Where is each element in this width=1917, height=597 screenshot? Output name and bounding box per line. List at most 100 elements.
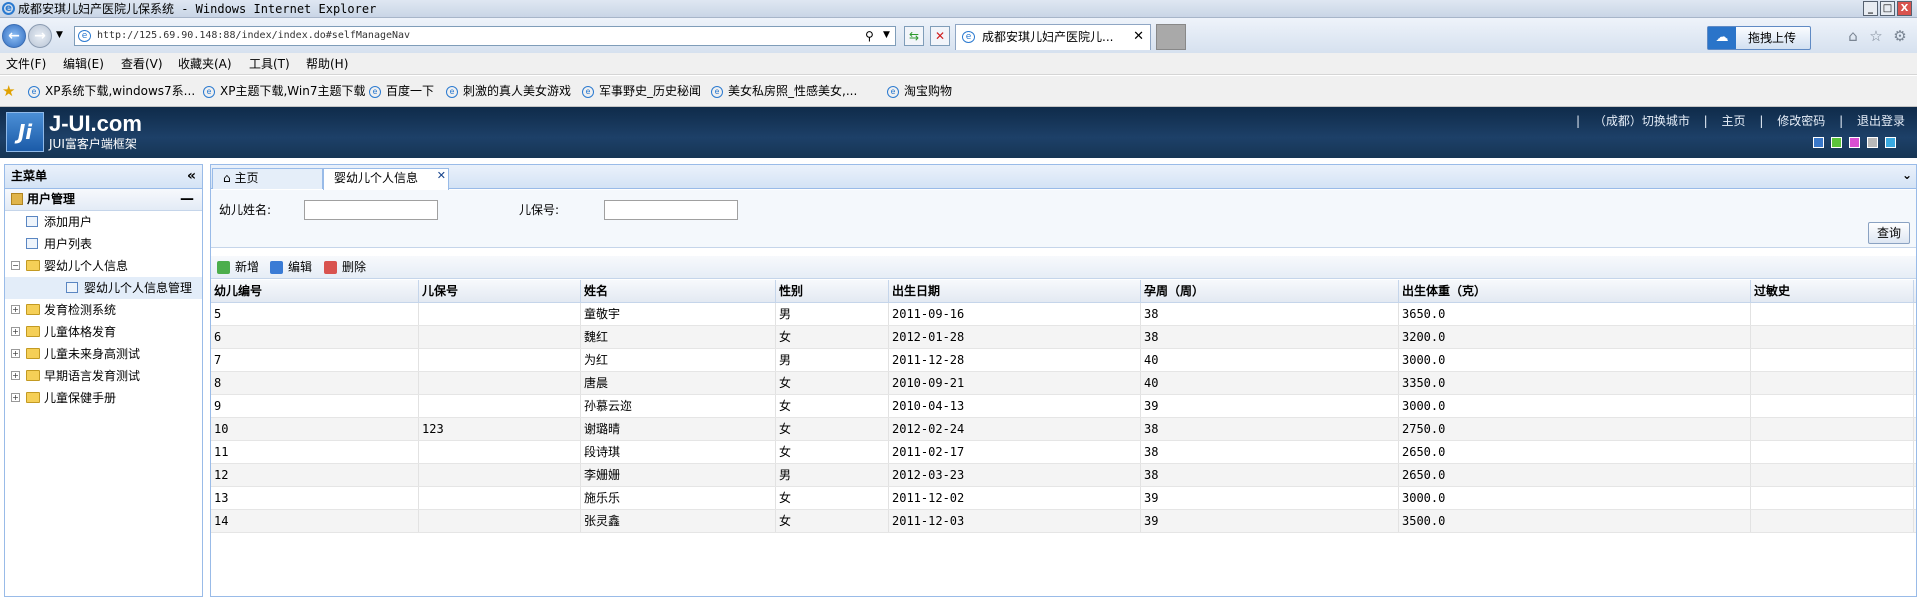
table-row[interactable]: 12 李姗姗男 2012-03-23 38 2650.0 [211,464,1916,487]
address-search-icon[interactable]: ⚲ [865,29,874,43]
table-row[interactable]: 13 施乐乐女 2011-12-02 39 3000.0 [211,487,1916,510]
tree-expand-icon[interactable]: + [11,305,20,314]
refresh-icon[interactable]: ⇆ [904,26,924,46]
table-row[interactable]: 10 123 谢璐晴女 2012-02-24 38 2750.0 [211,418,1916,441]
table-row[interactable]: 14 张灵鑫女 2011-12-03 39 3500.0 [211,510,1916,533]
favorites-star-icon[interactable]: ☆ [1867,27,1885,45]
table-cell [1751,418,1914,440]
sidebar-tree-item[interactable]: + 儿童体格发育 [5,321,202,343]
tree-expand-icon[interactable]: + [11,349,20,358]
table-row[interactable]: 7 为红男 2011-12-28 40 3000.0 [211,349,1916,372]
tab-close-icon[interactable]: ✕ [1133,25,1144,49]
favorite-link[interactable]: e 军事野史_历史秘闻 [582,76,701,107]
tab-bar: ⌂ 主页 婴幼儿个人信息 ✕ ⌄ [211,165,1916,190]
tab-close-icon[interactable]: ✕ [437,166,446,185]
favorite-link[interactable]: e 美女私房照_性感美女,... [711,76,857,107]
favorite-link[interactable]: e XP系统下载,windows7系... [28,76,195,107]
table-cell: 39 [1141,487,1399,509]
upload-button[interactable]: ☁ 拖拽上传 [1707,26,1811,50]
minimize-button[interactable]: _ [1863,1,1878,16]
sidebar-tree-item[interactable]: 用户列表 [5,233,202,255]
table-row[interactable]: 8 唐晨女 2010-09-21 40 3350.0 [211,372,1916,395]
table-row[interactable]: 6 魏红女 2012-01-28 38 3200.0 [211,326,1916,349]
address-bar[interactable]: e http://125.69.90.148:88/index/index.do… [74,26,896,46]
table-cell [1751,510,1914,532]
infant-name-input[interactable] [304,200,438,220]
tree-item-label: 早期语言发育测试 [44,369,141,383]
favorite-link[interactable]: e 百度一下 [369,76,434,107]
theme-swatch[interactable] [1885,137,1896,148]
tree-expand-icon[interactable]: + [11,393,20,402]
home-icon[interactable]: ⌂ [1844,27,1862,45]
tree-expand-icon[interactable]: + [11,371,20,380]
main-panel: ⌂ 主页 婴幼儿个人信息 ✕ ⌄ 幼儿姓名: 儿保号: 查询 新增 编辑 删除 … [210,164,1917,597]
chevron-down-icon[interactable]: ⌄ [1902,168,1912,182]
home-link[interactable]: 主页 [1722,114,1746,128]
tab-infant-info[interactable]: 婴幼儿个人信息 ✕ [323,168,449,190]
logout-link[interactable]: 退出登录 [1857,114,1905,128]
maximize-button[interactable]: □ [1880,1,1895,16]
table-cell: 38 [1141,418,1399,440]
favorite-link[interactable]: e XP主题下载,Win7主题下载 [203,76,365,107]
menu-favorites[interactable]: 收藏夹(A) [178,53,232,75]
back-arrow-icon[interactable]: ← [2,24,26,48]
menu-tools[interactable]: 工具(T) [249,53,290,75]
delete-button[interactable]: 删除 [324,256,366,279]
close-window-button[interactable]: X [1897,1,1912,16]
column-header[interactable]: 性别 [776,280,889,302]
table-row[interactable]: 11 段诗琪女 2011-02-17 38 2650.0 [211,441,1916,464]
favorite-link[interactable]: e 淘宝购物 [887,76,952,107]
table-row[interactable]: 9 孙慕云迩女 2010-04-13 39 3000.0 [211,395,1916,418]
switch-city-link[interactable]: （成都）切换城市 [1594,114,1690,128]
sidebar-tree-item[interactable]: + 发育检测系统 [5,299,202,321]
column-header[interactable]: 出生体重（克） [1399,280,1751,302]
table-row[interactable]: 5 童敬宇男 2011-09-16 38 3650.0 [211,303,1916,326]
gear-icon[interactable]: ⚙ [1891,27,1909,45]
query-button[interactable]: 查询 [1868,222,1910,244]
column-header[interactable]: 姓名 [581,280,776,302]
favorite-link[interactable]: e 刺激的真人美女游戏 [446,76,571,107]
sidebar-tree-item[interactable]: + 儿童保健手册 [5,387,202,409]
sidebar-tree-item[interactable]: + 儿童未来身高测试 [5,343,202,365]
tree-expand-icon[interactable]: + [11,327,20,336]
favorites-star-icon[interactable]: ★ [2,82,15,100]
browser-tab[interactable]: e 成都安琪儿妇产医院儿... ✕ [955,24,1151,50]
tree-collapse-icon[interactable]: − [11,261,20,270]
forward-arrow-icon[interactable]: → [28,24,52,48]
accordion-collapse-icon[interactable]: — [180,189,194,210]
accordion-user-management[interactable]: 用户管理 — [5,189,202,211]
column-header[interactable]: 儿保号 [419,280,581,302]
tab-home[interactable]: ⌂ 主页 [212,168,323,189]
nav-dropdown-icon[interactable]: ▼ [56,30,63,40]
menu-edit[interactable]: 编辑(E) [63,53,104,75]
menu-help[interactable]: 帮助(H) [306,53,348,75]
theme-swatch[interactable] [1813,137,1824,148]
child-id-input[interactable] [604,200,738,220]
column-header[interactable]: 过敏史 [1751,280,1914,302]
add-button[interactable]: 新增 [217,256,259,279]
theme-swatch[interactable] [1867,137,1878,148]
sidebar-tree-item[interactable]: 添加用户 [5,211,202,233]
theme-swatch[interactable] [1849,137,1860,148]
table-cell: 3000.0 [1399,487,1751,509]
menu-view[interactable]: 查看(V) [121,53,163,75]
edit-button[interactable]: 编辑 [270,256,312,279]
column-header[interactable]: 出生日期 [889,280,1141,302]
menu-file[interactable]: 文件(F) [6,53,46,75]
sidebar-tree-item[interactable]: 婴幼儿个人信息管理 [5,277,202,299]
theme-swatch[interactable] [1831,137,1842,148]
new-tab-button[interactable] [1156,24,1186,50]
column-header[interactable]: 孕周（周） [1141,280,1399,302]
stop-icon[interactable]: ✕ [930,26,950,46]
change-password-link[interactable]: 修改密码 [1777,114,1825,128]
collapse-sidebar-icon[interactable]: « [187,165,196,188]
tree-item-label: 添加用户 [44,215,93,229]
document-icon [26,238,38,249]
sidebar-tree-item[interactable]: − 婴幼儿个人信息 [5,255,202,277]
page-icon: e [582,86,594,98]
sidebar-tree-item[interactable]: + 早期语言发育测试 [5,365,202,387]
column-header[interactable]: 幼儿编号 [211,280,419,302]
table-cell [419,326,581,348]
address-dropdown-icon[interactable]: ▼ [883,30,890,40]
table-cell: 2010-09-21 [889,372,1141,394]
